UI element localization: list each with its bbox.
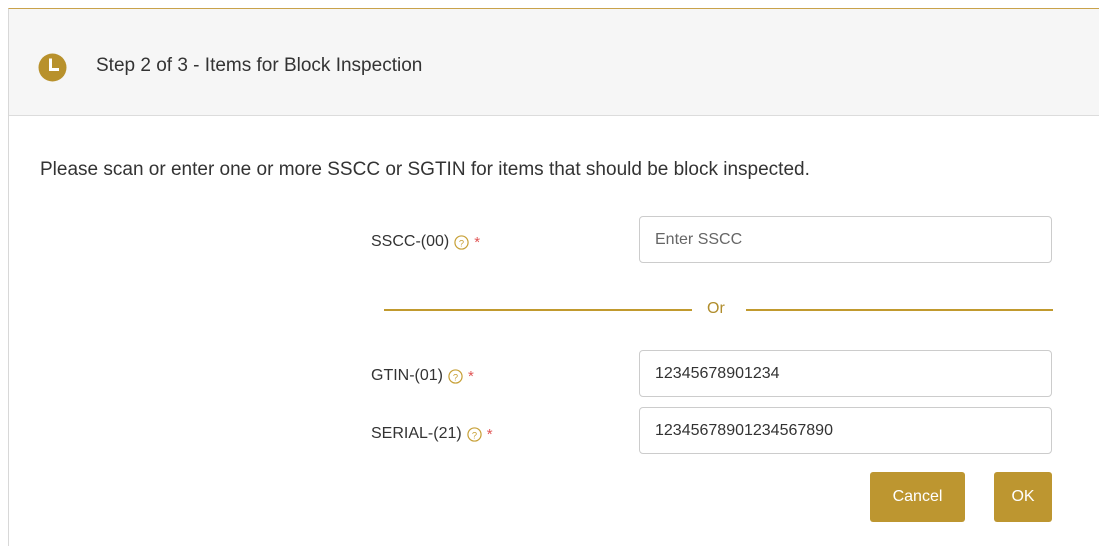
divider-right — [746, 309, 1053, 311]
required-marker: * — [468, 367, 474, 385]
cancel-button[interactable]: Cancel — [870, 472, 965, 522]
or-separator: Or — [707, 300, 725, 317]
help-icon[interactable]: ? — [448, 368, 463, 384]
sscc-input[interactable] — [639, 216, 1052, 263]
help-icon[interactable]: ? — [467, 426, 482, 442]
svg-text:?: ? — [459, 238, 464, 248]
svg-text:?: ? — [453, 372, 458, 382]
instruction-text: Please scan or enter one or more SSCC or… — [40, 159, 810, 180]
block-inspection-dialog: Step 2 of 3 - Items for Block Inspection… — [8, 8, 1099, 546]
gtin-label: GTIN-(01) — [371, 367, 443, 384]
serial-label-group: SERIAL-(21) ? * — [371, 425, 493, 443]
clock-icon — [38, 53, 67, 82]
required-marker: * — [474, 233, 481, 251]
ok-button[interactable]: OK — [994, 472, 1052, 522]
help-icon[interactable]: ? — [454, 234, 469, 250]
gtin-label-group: GTIN-(01) ? * — [371, 367, 474, 385]
svg-text:?: ? — [472, 430, 477, 440]
serial-label: SERIAL-(21) — [371, 425, 462, 442]
serial-input[interactable] — [639, 407, 1052, 454]
required-marker: * — [486, 425, 493, 443]
dialog-title: Step 2 of 3 - Items for Block Inspection — [96, 55, 423, 76]
sscc-label: SSCC-(00) — [371, 233, 450, 250]
dialog-header: Step 2 of 3 - Items for Block Inspection — [9, 9, 1099, 116]
gtin-input[interactable] — [639, 350, 1052, 397]
divider-left — [384, 309, 692, 311]
sscc-label-group: SSCC-(00) ? * — [371, 233, 480, 251]
